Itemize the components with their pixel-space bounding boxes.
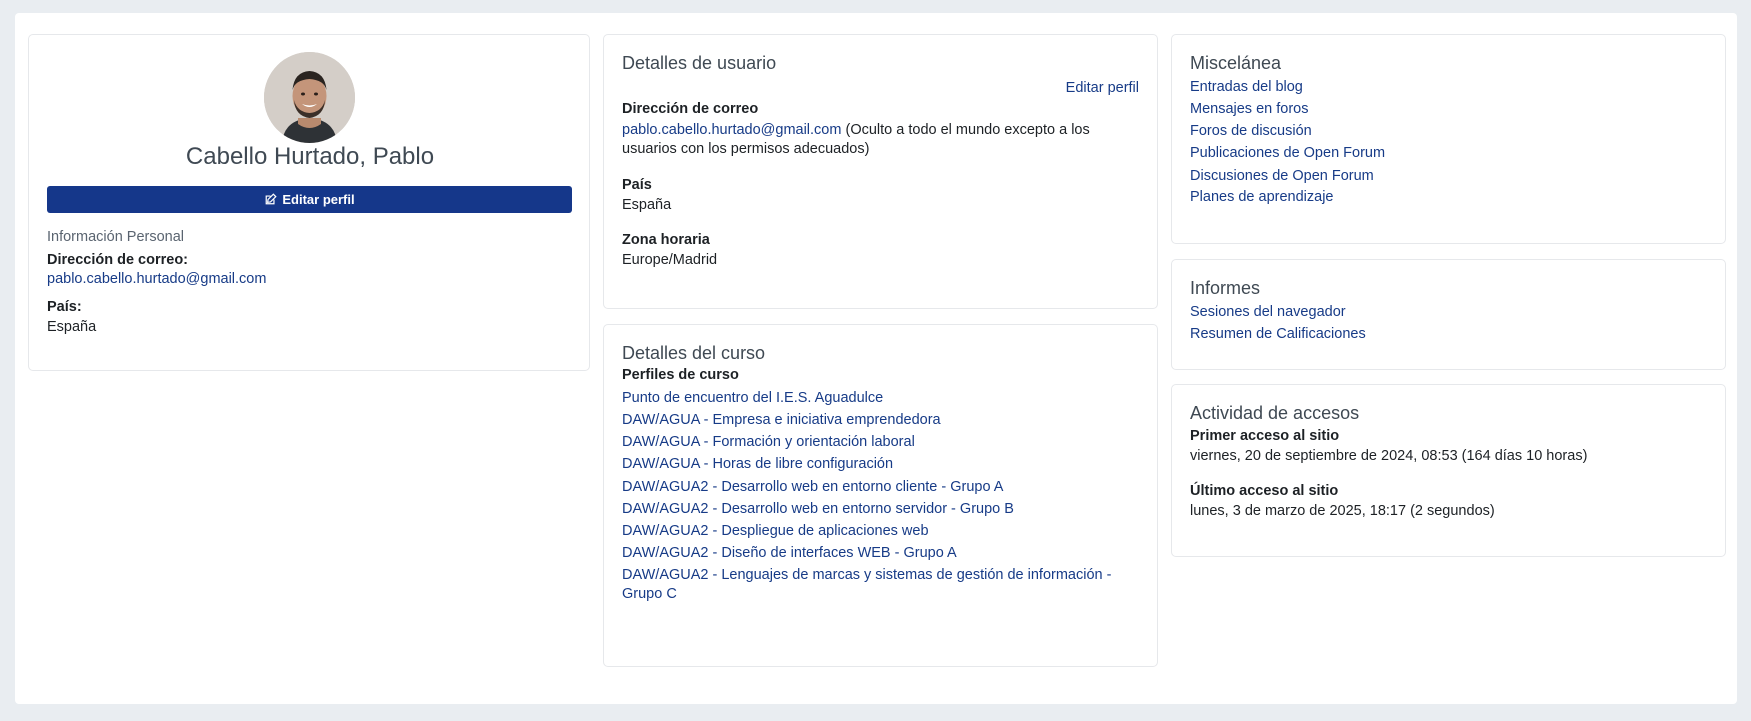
timezone-label: Zona horaria: [622, 232, 710, 248]
browser-sessions-link[interactable]: Sesiones del navegador: [1190, 302, 1346, 322]
user-email-row: pablo.cabello.hurtado@gmail.com (Oculto …: [622, 120, 1139, 140]
access-activity-title: Actividad de accesos: [1190, 403, 1360, 423]
first-access-label: Primer acceso al sitio: [1190, 428, 1340, 444]
learning-plans-link[interactable]: Planes de aprendizaje: [1190, 187, 1334, 207]
user-details-title: Detalles de usuario: [622, 53, 777, 73]
grades-overview-link[interactable]: Resumen de Calificaciones: [1190, 324, 1366, 344]
email-visibility-note-2: usuarios con los permisos adecuados): [622, 141, 870, 157]
email-label: Dirección de correo:: [47, 252, 189, 268]
forum-discussions-link[interactable]: Foros de discusión: [1190, 121, 1312, 141]
edit-profile-link[interactable]: Editar perfil: [1066, 78, 1139, 98]
course-link-continued[interactable]: Grupo C: [622, 584, 677, 604]
user-country-label: País: [622, 177, 652, 193]
country-value: España: [47, 319, 97, 335]
course-link[interactable]: DAW/AGUA - Horas de libre configuración: [622, 454, 893, 474]
page-container: Cabello Hurtado, Pablo Editar perfil Inf…: [15, 13, 1737, 704]
edit-icon: [266, 193, 278, 205]
edit-profile-button[interactable]: Editar perfil: [47, 186, 572, 213]
course-details-title: Detalles del curso: [622, 343, 766, 363]
avatar: [264, 52, 355, 143]
forum-posts-link[interactable]: Mensajes en foros: [1190, 99, 1308, 119]
user-photo-icon: [264, 52, 355, 143]
course-link[interactable]: DAW/AGUA2 - Desarrollo web en entorno se…: [622, 499, 1014, 519]
course-link[interactable]: DAW/AGUA2 - Desarrollo web en entorno cl…: [622, 477, 1003, 497]
course-link[interactable]: DAW/AGUA2 - Diseño de interfaces WEB - G…: [622, 543, 957, 563]
user-country-value: España: [622, 197, 672, 213]
profile-card: Cabello Hurtado, Pablo Editar perfil Inf…: [28, 34, 590, 371]
course-link[interactable]: DAW/AGUA2 - Despliegue de aplicaciones w…: [622, 521, 929, 541]
first-access-value: viernes, 20 de septiembre de 2024, 08:53…: [1190, 448, 1588, 464]
last-access-value: lunes, 3 de marzo de 2025, 18:17 (2 segu…: [1190, 503, 1495, 519]
user-email-label: Dirección de correo: [622, 101, 759, 117]
reports-card: Informes Sesiones del navegador Resumen …: [1171, 259, 1726, 370]
access-activity-card: Actividad de accesos Primer acceso al si…: [1171, 384, 1726, 557]
misc-title: Miscelánea: [1190, 53, 1282, 73]
open-forum-posts-link[interactable]: Publicaciones de Open Forum: [1190, 143, 1385, 163]
timezone-value: Europe/Madrid: [622, 252, 718, 268]
open-forum-discussions-link[interactable]: Discusiones de Open Forum: [1190, 166, 1374, 186]
email-visibility-note: (Oculto a todo el mundo excepto a los: [845, 122, 1090, 138]
course-link[interactable]: Punto de encuentro del I.E.S. Aguadulce: [622, 388, 883, 408]
blog-entries-link[interactable]: Entradas del blog: [1190, 77, 1303, 97]
course-link[interactable]: DAW/AGUA - Formación y orientación labor…: [622, 432, 915, 452]
course-link[interactable]: DAW/AGUA - Empresa e iniciativa emprende…: [622, 410, 941, 430]
course-profiles-label: Perfiles de curso: [622, 367, 739, 383]
profile-full-name: Cabello Hurtado, Pablo: [185, 143, 435, 170]
reports-title: Informes: [1190, 278, 1261, 298]
email-link[interactable]: pablo.cabello.hurtado@gmail.com: [47, 269, 266, 289]
course-link[interactable]: DAW/AGUA2 - Lenguajes de marcas y sistem…: [622, 565, 1111, 585]
edit-profile-button-label: Editar perfil: [282, 192, 355, 207]
personal-info-heading: Información Personal: [47, 229, 185, 245]
last-access-label: Último acceso al sitio: [1190, 483, 1339, 499]
misc-card: Miscelánea Entradas del blog Mensajes en…: [1171, 34, 1726, 244]
user-email-link[interactable]: pablo.cabello.hurtado@gmail.com: [622, 122, 841, 138]
user-details-card: Detalles de usuario Editar perfil Direcc…: [603, 34, 1158, 309]
course-details-card: Detalles del curso Perfiles de curso Pun…: [603, 324, 1158, 667]
country-label: País:: [47, 299, 82, 315]
